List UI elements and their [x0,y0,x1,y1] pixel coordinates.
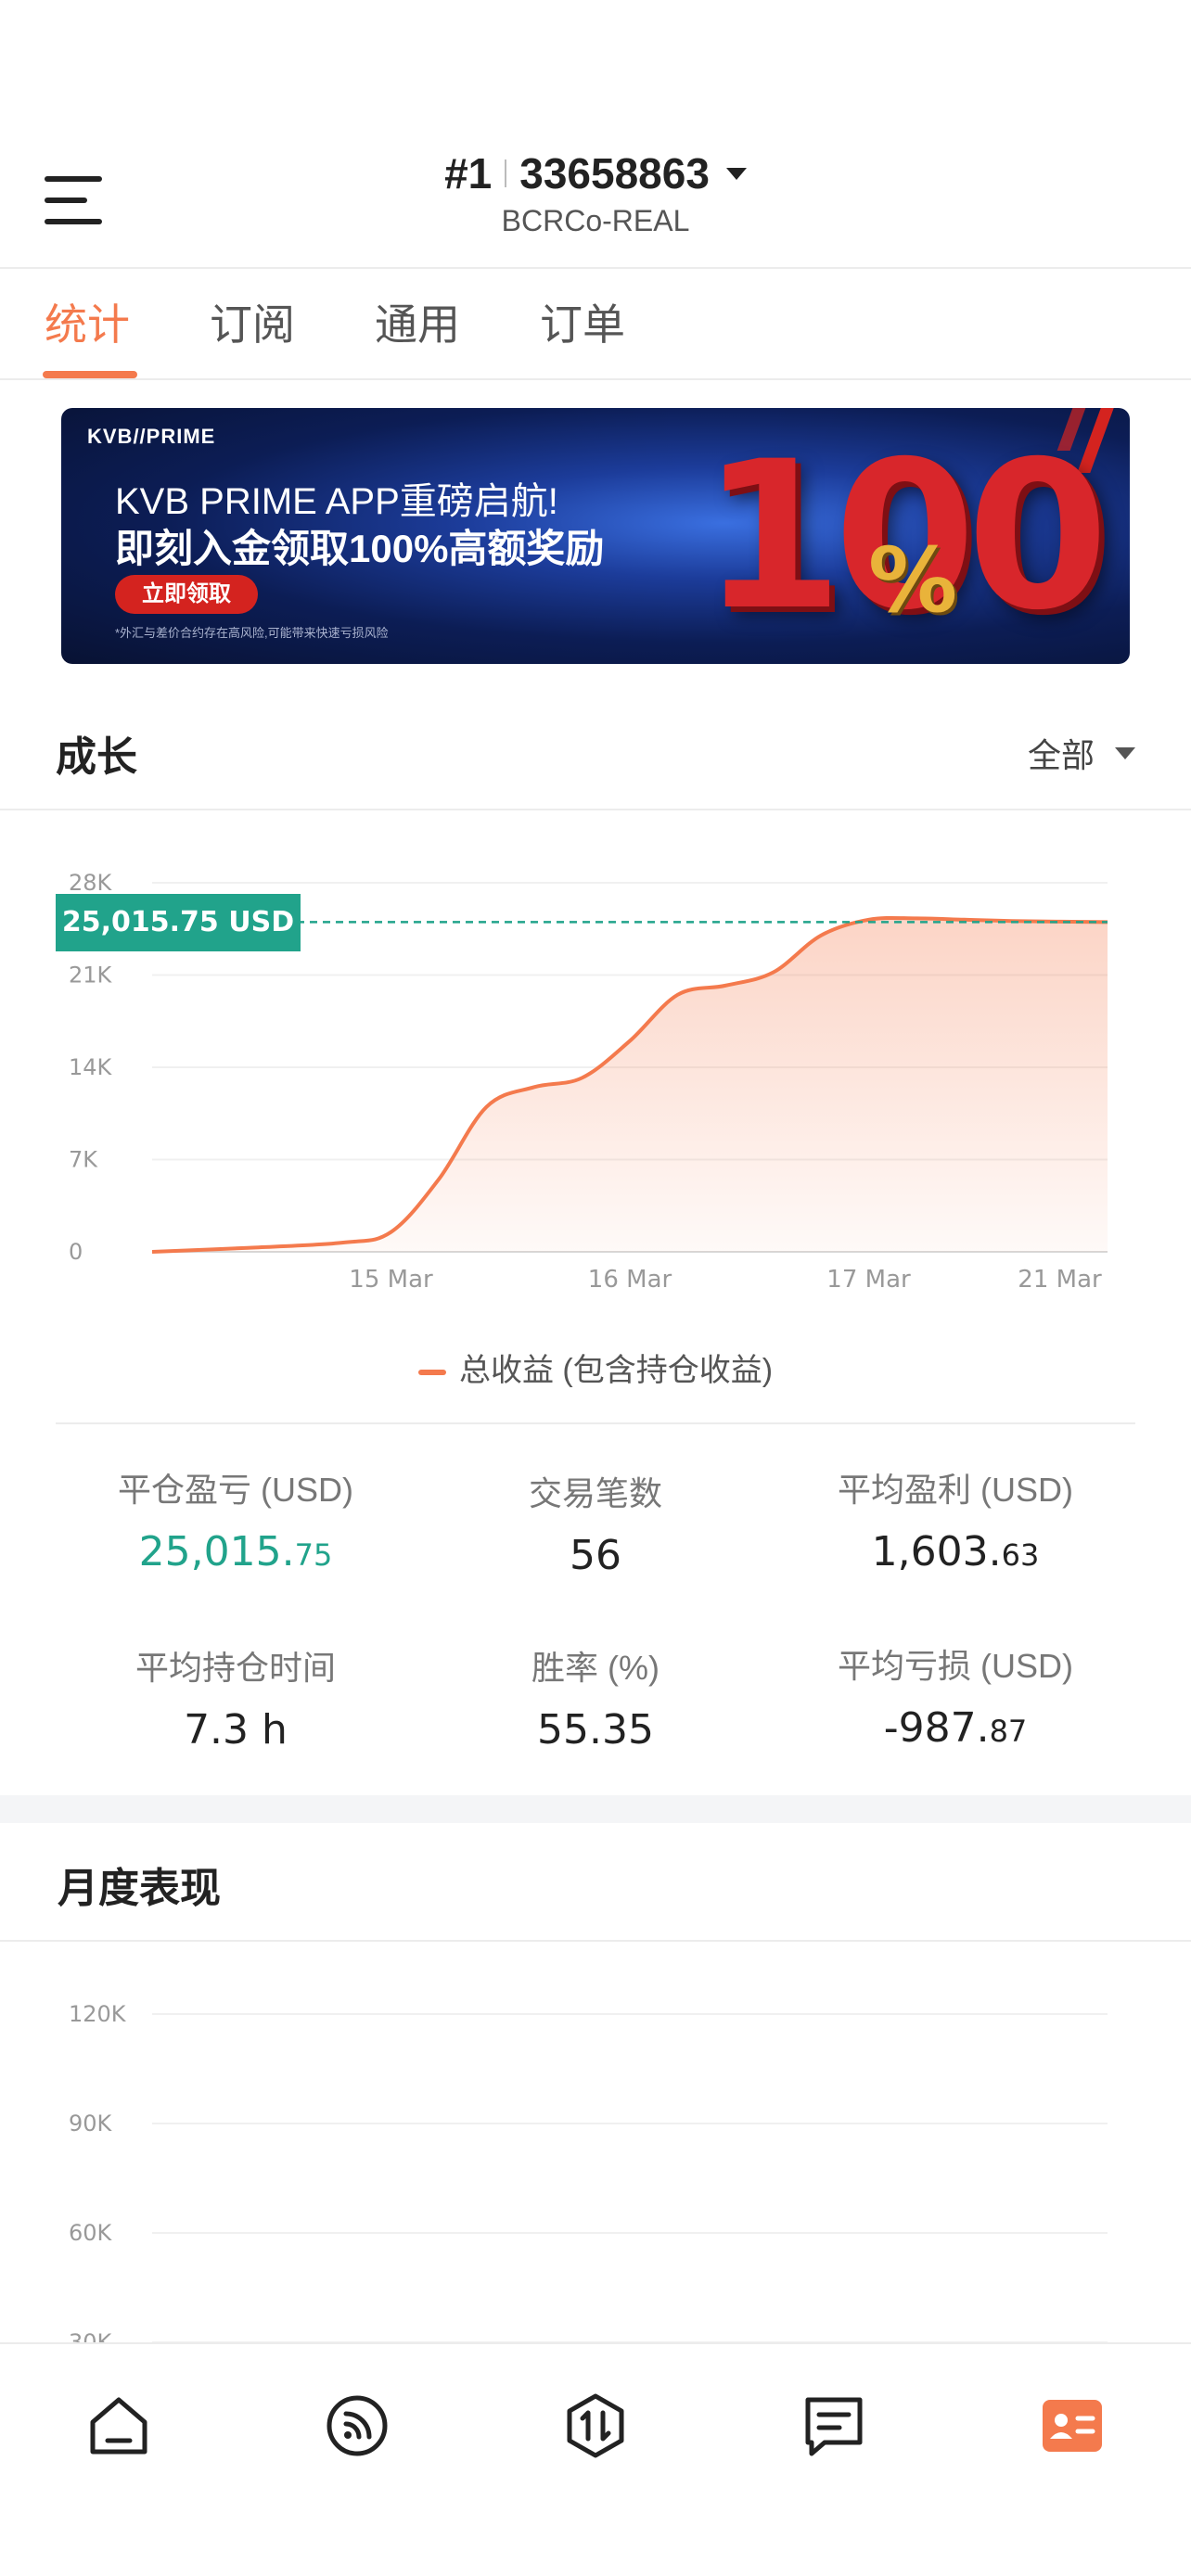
tab-bar: 统计 订阅 通用 订单 [0,271,1191,380]
legend-label: 总收益 (包含持仓收益) [458,1353,774,1388]
current-value-badge: 25,015.75 USD [56,894,301,951]
account-selector[interactable]: #1 33658863 BCRCo-REAL [0,148,1191,238]
range-selector[interactable]: 全部 [1028,729,1135,777]
stat-label: 平均盈利 (USD) [838,1471,1073,1509]
y-tick-label: 120K [69,2001,127,2027]
stat-trade-count: 交易笔数 56 [419,1467,772,1579]
stat-avg-hold-time: 平均持仓时间 7.3 h [59,1641,412,1753]
stat-closed-pnl: 平仓盈亏 (USD) 25,015.75 [59,1463,412,1575]
account-id: 33658863 [519,149,710,198]
banner-logo: KVB//PRIME [87,425,216,448]
tab-subscribe[interactable]: 订阅 [210,291,295,352]
monthly-chart[interactable]: 120K 90K 60K 30K [0,1966,1191,2342]
tab-statistics[interactable]: 统计 [45,291,130,352]
stat-win-rate: 胜率 (%) 55.35 [419,1641,772,1753]
bottom-nav [0,2342,1191,2576]
y-tick-label: 7K [69,1147,98,1173]
account-number: #1 [444,149,493,198]
y-tick-label: 21K [69,963,113,988]
stat-value: 56 [570,1532,621,1579]
banner-risk-note: *外汇与差价合约存在高风险,可能带来快速亏损风险 [115,626,389,640]
x-tick-label: 21 Mar [1018,1266,1102,1294]
y-tick-label: 60K [69,2220,113,2246]
growth-title: 成长 [56,734,137,780]
stat-value: 7.3 h [184,1706,288,1753]
banner-percent: % [868,529,958,632]
y-tick-label: 30K [69,2329,113,2342]
tab-orders[interactable]: 订单 [540,291,625,352]
legend-swatch [417,1370,446,1376]
stat-label: 平均亏损 (USD) [838,1647,1073,1685]
stat-value: 1,603.63 [871,1528,1040,1575]
x-tick-label: 16 Mar [588,1266,672,1294]
y-tick-label: 28K [69,870,113,896]
trade-icon[interactable] [560,2391,631,2461]
tab-active-indicator [43,371,137,378]
banner-claim-button[interactable]: 立即领取 [115,575,258,614]
series-area [152,917,1108,1252]
banner-subheadline: 即刻入金领取100%高额奖励 [115,527,605,570]
stat-label: 平仓盈亏 (USD) [118,1471,353,1509]
caret-down-icon [1115,746,1135,759]
feed-icon[interactable] [322,2391,392,2461]
stat-value: 25,015.75 [138,1528,333,1575]
growth-chart[interactable]: 0 7K 14K 21K 28K 15 Mar 16 Mar 17 Mar 21 Mar [0,816,1191,1317]
section-divider [0,1940,1191,1942]
account-separator [505,159,507,187]
section-gap [0,1795,1191,1823]
stat-avg-profit: 平均盈利 (USD) 1,603.63 [779,1463,1132,1575]
x-tick-label: 15 Mar [349,1266,433,1294]
top-bar: #1 33658863 BCRCo-REAL [0,139,1191,269]
home-icon[interactable] [83,2391,154,2461]
stat-label: 胜率 (%) [531,1649,660,1687]
stat-label: 交易笔数 [528,1474,662,1512]
promo-banner[interactable]: KVB//PRIME KVB PRIME APP重磅启航! 即刻入金领取100%… [61,408,1130,664]
x-tick-label: 17 Mar [826,1266,911,1294]
stat-value: -987.87 [883,1704,1028,1752]
stat-avg-loss: 平均亏损 (USD) -987.87 [779,1639,1132,1752]
range-label: 全部 [1027,736,1095,774]
section-divider [0,809,1191,810]
profile-card-icon[interactable] [1037,2391,1108,2461]
monthly-title: 月度表现 [58,1866,221,1911]
section-divider [56,1422,1135,1424]
stat-value: 55.35 [537,1706,654,1753]
message-icon[interactable] [799,2391,869,2461]
y-tick-label: 14K [69,1054,113,1080]
chart-legend[interactable]: 总收益 (包含持仓收益) [0,1345,1191,1390]
stat-label: 平均持仓时间 [134,1649,336,1687]
tab-general[interactable]: 通用 [375,291,460,352]
y-tick-label: 0 [69,1239,83,1265]
y-tick-label: 90K [69,2111,113,2136]
account-server: BCRCo-REAL [501,204,690,237]
caret-down-icon[interactable] [725,167,747,180]
